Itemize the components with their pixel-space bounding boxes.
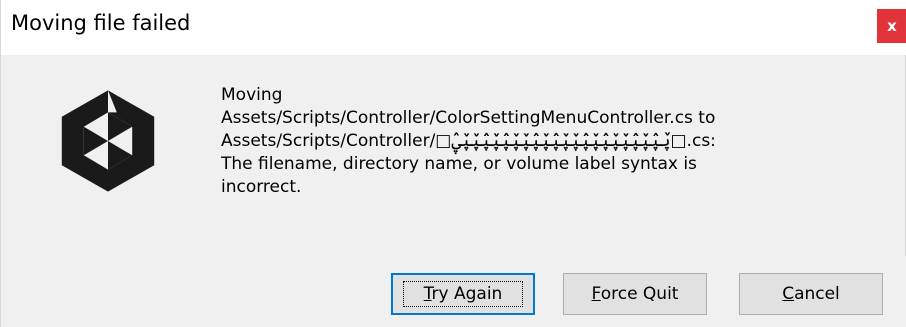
force-quit-rest: orce Quit xyxy=(600,284,679,304)
cancel-rest: ancel xyxy=(794,284,840,304)
unity-logo-icon xyxy=(61,90,155,192)
cancel-accel: C xyxy=(782,284,795,304)
message-line-2: Assets/Scripts/Controller/ColorSettingMe… xyxy=(221,108,716,128)
error-message: Moving Assets/Scripts/Controller/ColorSe… xyxy=(221,84,891,199)
close-button[interactable]: x xyxy=(877,9,906,43)
try-again-button[interactable]: Try Again xyxy=(391,273,535,315)
cancel-label: Cancel xyxy=(782,284,840,304)
message-line-1: Moving xyxy=(221,85,283,105)
error-dialog: Moving file failed x Moving Assets/Scrip… xyxy=(0,0,906,327)
force-quit-label: Force Quit xyxy=(592,284,679,304)
title-bar: Moving file failed x xyxy=(1,0,906,55)
force-quit-button[interactable]: Force Quit xyxy=(563,273,707,315)
cancel-button[interactable]: Cancel xyxy=(739,273,883,315)
window-title: Moving file failed xyxy=(11,11,191,35)
try-again-label: Try Again xyxy=(402,281,524,307)
try-again-rest: ry Again xyxy=(431,284,503,304)
message-line-3: Assets/Scripts/Controller/□ۑ̌ۑ̂ۑ̌ۑ̂ۑ̌ۑ̌ۑ… xyxy=(221,131,716,151)
message-line-5: incorrect. xyxy=(221,177,302,197)
try-again-accel: T xyxy=(423,284,432,304)
message-line-4: The filename, directory name, or volume … xyxy=(221,154,697,174)
force-quit-accel: F xyxy=(591,284,601,304)
close-icon: x xyxy=(887,17,897,35)
